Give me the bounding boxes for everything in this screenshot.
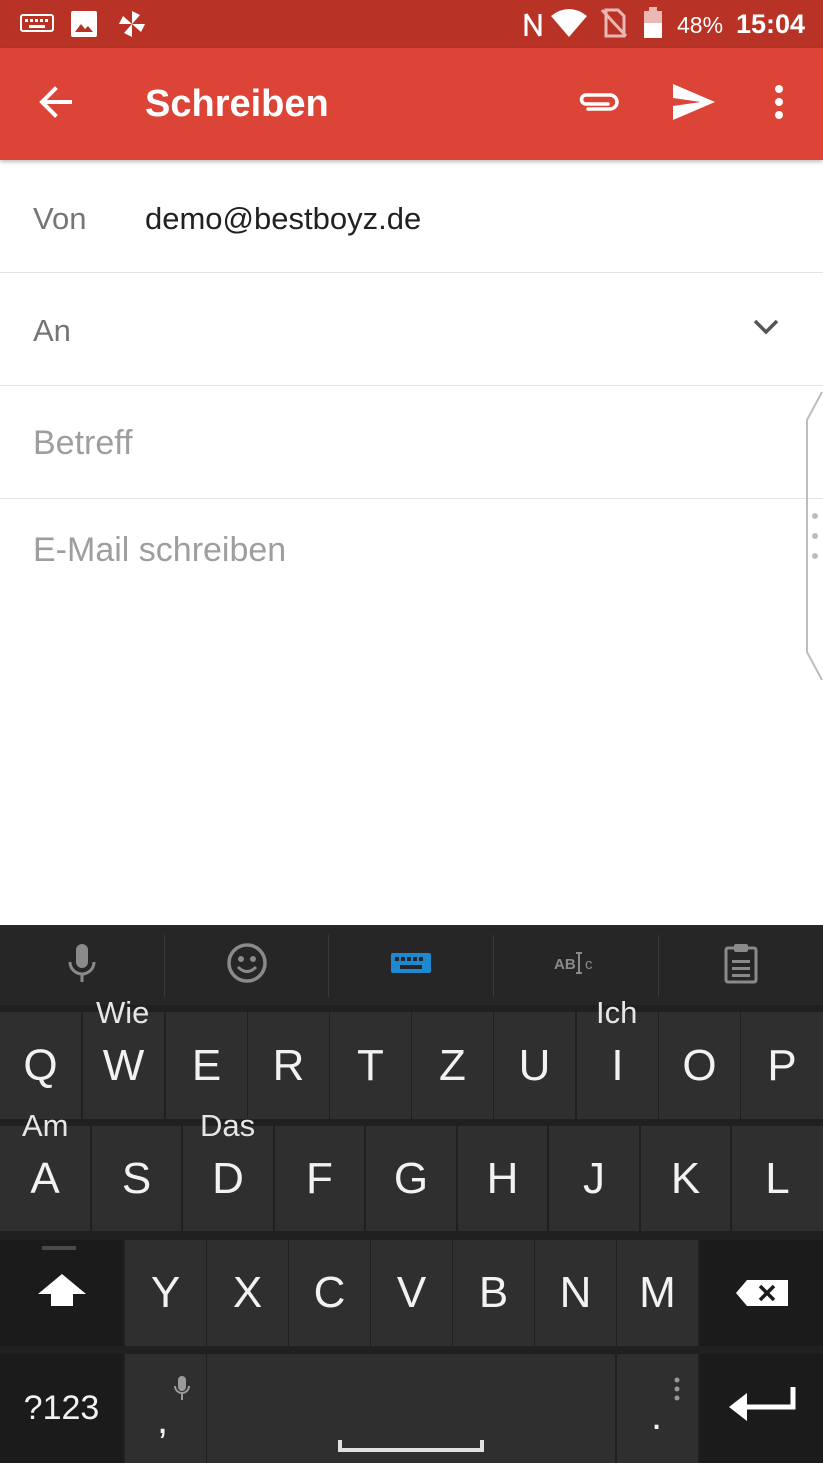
spacebar-icon — [338, 1415, 484, 1465]
emoji-button[interactable] — [165, 925, 329, 1005]
clipboard-button[interactable] — [659, 925, 823, 1005]
body-placeholder: E-Mail schreiben — [33, 531, 287, 569]
suggestion-hint: Am — [22, 1108, 69, 1143]
status-bar: 48% 15:04 — [0, 0, 823, 48]
key-q[interactable]: Q — [0, 1012, 81, 1119]
voice-input-button[interactable] — [0, 925, 164, 1005]
key-h[interactable]: H — [458, 1126, 547, 1231]
keyboard-icon — [390, 952, 432, 979]
send-icon — [671, 82, 717, 127]
suggestion-hint: Wie — [96, 995, 150, 1030]
key-o[interactable]: O — [659, 1012, 740, 1119]
shift-key[interactable] — [0, 1240, 123, 1346]
subject-placeholder: Betreff — [33, 424, 133, 462]
from-label: Von — [33, 201, 87, 236]
spellcheck-icon: AB c — [554, 950, 598, 981]
key-m[interactable]: M — [617, 1240, 698, 1346]
svg-text:AB: AB — [554, 956, 576, 973]
key-k[interactable]: K — [641, 1126, 730, 1231]
key-f[interactable]: F — [275, 1126, 364, 1231]
keyboard: AB c Q W E R T Z U I O P A S D F G H J K … — [0, 925, 823, 1463]
from-value: demo@bestboyz.de — [145, 201, 422, 236]
attach-button[interactable] — [570, 76, 626, 132]
microphone-icon — [66, 942, 98, 989]
from-row[interactable]: Von demo@bestboyz.de — [0, 160, 823, 273]
page-title: Schreiben — [145, 83, 329, 125]
microphone-icon — [173, 1362, 191, 1412]
keyboard-layout-button[interactable] — [329, 925, 493, 1005]
more-options-button[interactable] — [751, 76, 807, 132]
enter-arrow-icon — [727, 1384, 797, 1434]
pinwheel-icon — [116, 9, 148, 44]
key-p[interactable]: P — [741, 1012, 823, 1119]
more-vert-icon — [674, 1362, 680, 1412]
period-key[interactable]: . — [617, 1354, 698, 1463]
key-b[interactable]: B — [453, 1240, 534, 1346]
emoji-icon — [226, 942, 268, 989]
nfc-icon — [522, 10, 544, 45]
key-t[interactable]: T — [330, 1012, 411, 1119]
spellcheck-button[interactable]: AB c — [494, 925, 658, 1005]
app-bar: Schreiben — [0, 48, 823, 160]
key-e[interactable]: E — [166, 1012, 247, 1119]
key-c[interactable]: C — [289, 1240, 370, 1346]
key-z[interactable]: Z — [412, 1012, 493, 1119]
key-v[interactable]: V — [371, 1240, 452, 1346]
comma-key[interactable]: , — [125, 1354, 206, 1463]
attachment-icon — [576, 87, 620, 122]
key-g[interactable]: G — [366, 1126, 456, 1231]
key-u[interactable]: U — [494, 1012, 575, 1119]
backspace-icon — [735, 1268, 789, 1318]
subject-field[interactable]: Betreff — [0, 386, 823, 499]
key-r[interactable]: R — [248, 1012, 329, 1119]
chevron-down-icon[interactable] — [752, 317, 780, 342]
body-field[interactable]: E-Mail schreiben — [0, 499, 823, 925]
caps-indicator — [42, 1246, 76, 1250]
battery-percent: 48% — [677, 12, 724, 38]
key-l[interactable]: L — [732, 1126, 823, 1231]
enter-key[interactable] — [700, 1354, 823, 1463]
no-sim-icon — [600, 8, 628, 43]
back-button[interactable] — [28, 76, 84, 132]
svg-text:c: c — [585, 956, 593, 973]
key-y[interactable]: Y — [125, 1240, 206, 1346]
comma-label: , — [157, 1398, 169, 1442]
suggestion-hint: Das — [200, 1108, 256, 1143]
clipboard-icon — [723, 942, 759, 989]
wifi-icon — [550, 8, 588, 43]
key-j[interactable]: J — [549, 1126, 639, 1231]
key-x[interactable]: X — [207, 1240, 288, 1346]
shift-arrow-icon — [37, 1268, 87, 1318]
keyboard-icon — [20, 12, 54, 39]
send-button[interactable] — [666, 76, 722, 132]
edge-panel-handle[interactable] — [805, 390, 823, 682]
keyboard-toolbar: AB c — [0, 925, 823, 1005]
backspace-key[interactable] — [700, 1240, 823, 1346]
battery-icon — [642, 7, 664, 44]
key-s[interactable]: S — [92, 1126, 181, 1231]
clock: 15:04 — [736, 9, 806, 39]
period-label: . — [651, 1394, 663, 1438]
to-label: An — [33, 313, 71, 348]
symbols-key[interactable]: ?123 — [0, 1354, 123, 1463]
key-n[interactable]: N — [535, 1240, 616, 1346]
back-arrow-icon — [38, 84, 74, 125]
more-vert-icon — [774, 84, 784, 125]
space-key[interactable] — [207, 1354, 615, 1463]
image-icon — [70, 10, 98, 43]
suggestion-hint: Ich — [596, 995, 638, 1030]
to-row[interactable]: An — [0, 273, 823, 386]
